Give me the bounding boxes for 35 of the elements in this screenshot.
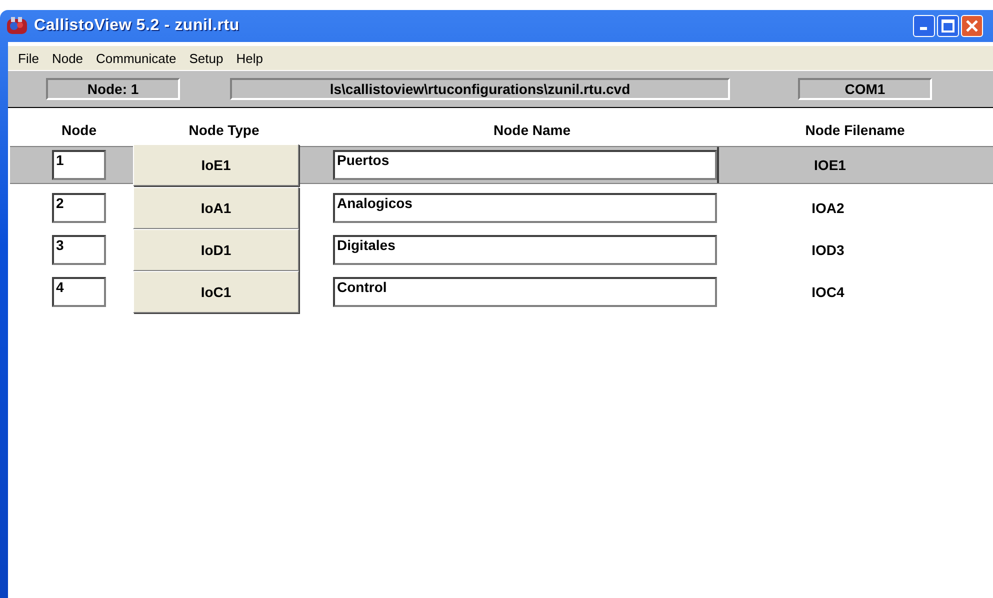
node-type-button[interactable]: IoE1: [133, 144, 299, 186]
file-path: ls\callistoview\rtuconfigurations\zunil.rtu.cvd: [230, 78, 730, 100]
menu-item[interactable]: Communicate: [90, 50, 182, 66]
column-header: Node Filename: [804, 122, 906, 140]
node-name-field[interactable]: Control: [333, 277, 717, 307]
minimize-button[interactable]: [913, 15, 935, 37]
app-icon: [6, 16, 28, 36]
node-type-button[interactable]: IoD1: [133, 229, 299, 271]
node-name-field[interactable]: Puertos: [333, 150, 717, 180]
node-name-field[interactable]: Analogicos: [333, 193, 717, 223]
menu-item[interactable]: Setup: [183, 50, 230, 66]
node-filename: IOA2: [810, 199, 846, 218]
window-title: CallistoView 5.2 - zunil.rtu: [34, 17, 240, 35]
menu-item[interactable]: File: [12, 50, 45, 66]
node-filename: IOE1: [717, 147, 941, 183]
node-name-field[interactable]: Digitales: [333, 235, 717, 265]
node-type-button[interactable]: IoA1: [133, 187, 299, 229]
node-filename: IOD3: [810, 241, 846, 260]
maximize-icon: [941, 19, 955, 33]
column-header: Node Type: [188, 122, 260, 140]
port-indicator: COM1: [798, 78, 932, 100]
column-header: Node Name: [492, 122, 572, 140]
node-number-field[interactable]: 3: [52, 235, 106, 265]
maximize-button[interactable]: [937, 15, 959, 37]
node-filename: IOC4: [810, 283, 846, 302]
node-number-field[interactable]: 2: [52, 193, 106, 223]
node-indicator: Node: 1: [46, 78, 180, 100]
node-number-field[interactable]: 4: [52, 277, 106, 307]
column-header: Node: [60, 122, 98, 140]
menu-item[interactable]: Help: [230, 50, 269, 66]
node-number-field[interactable]: 1: [52, 150, 106, 180]
node-type-button[interactable]: IoC1: [133, 271, 299, 313]
close-icon: [965, 19, 979, 33]
close-button[interactable]: [961, 15, 983, 37]
menu-item[interactable]: Node: [46, 50, 90, 66]
